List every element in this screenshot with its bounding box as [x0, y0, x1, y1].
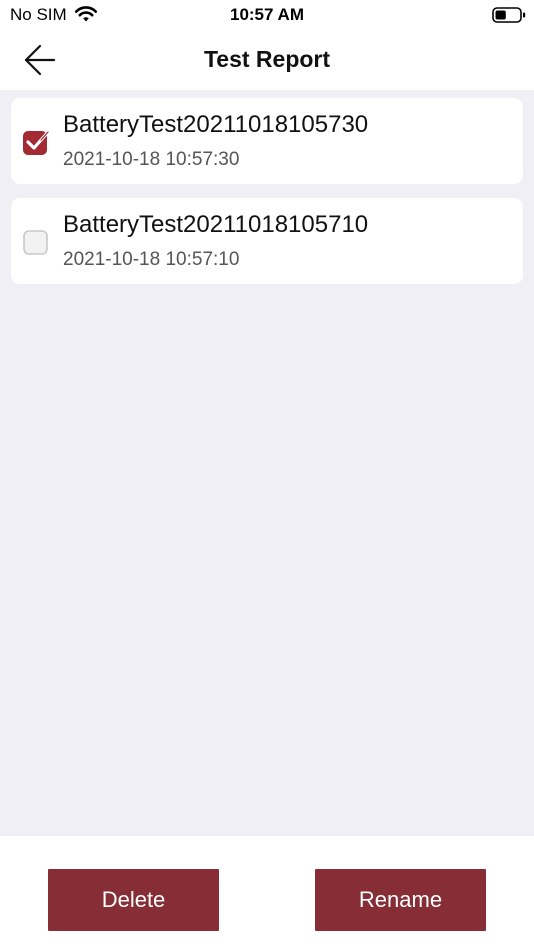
rename-button[interactable]: Rename: [315, 869, 486, 931]
page-title: Test Report: [203, 46, 331, 72]
checkbox-unchecked[interactable]: [23, 229, 49, 255]
report-date: 2021-10-18 10:57:10: [63, 249, 240, 270]
checkbox-checked[interactable]: [23, 129, 50, 155]
report-name: BatteryTest20211018105710: [63, 211, 369, 238]
status-time: 10:57 AM: [229, 5, 304, 24]
delete-button[interactable]: Delete: [48, 869, 219, 931]
report-name: BatteryTest20211018105730: [63, 111, 369, 138]
checkbox-unchecked-icon: [23, 230, 48, 255]
battery-icon: [492, 7, 526, 23]
nav-bar: Test Report: [0, 30, 534, 90]
list-item[interactable]: BatteryTest20211018105730 2021-10-18 10:…: [11, 98, 523, 184]
bottom-action-bar: Delete Rename: [0, 836, 534, 950]
report-list: BatteryTest20211018105730 2021-10-18 10:…: [11, 98, 523, 298]
report-date: 2021-10-18 10:57:30: [63, 149, 240, 170]
status-bar: No SIM 10:57 AM: [0, 0, 534, 30]
checkbox-checked-icon: [23, 130, 50, 155]
list-item[interactable]: BatteryTest20211018105710 2021-10-18 10:…: [11, 198, 523, 284]
